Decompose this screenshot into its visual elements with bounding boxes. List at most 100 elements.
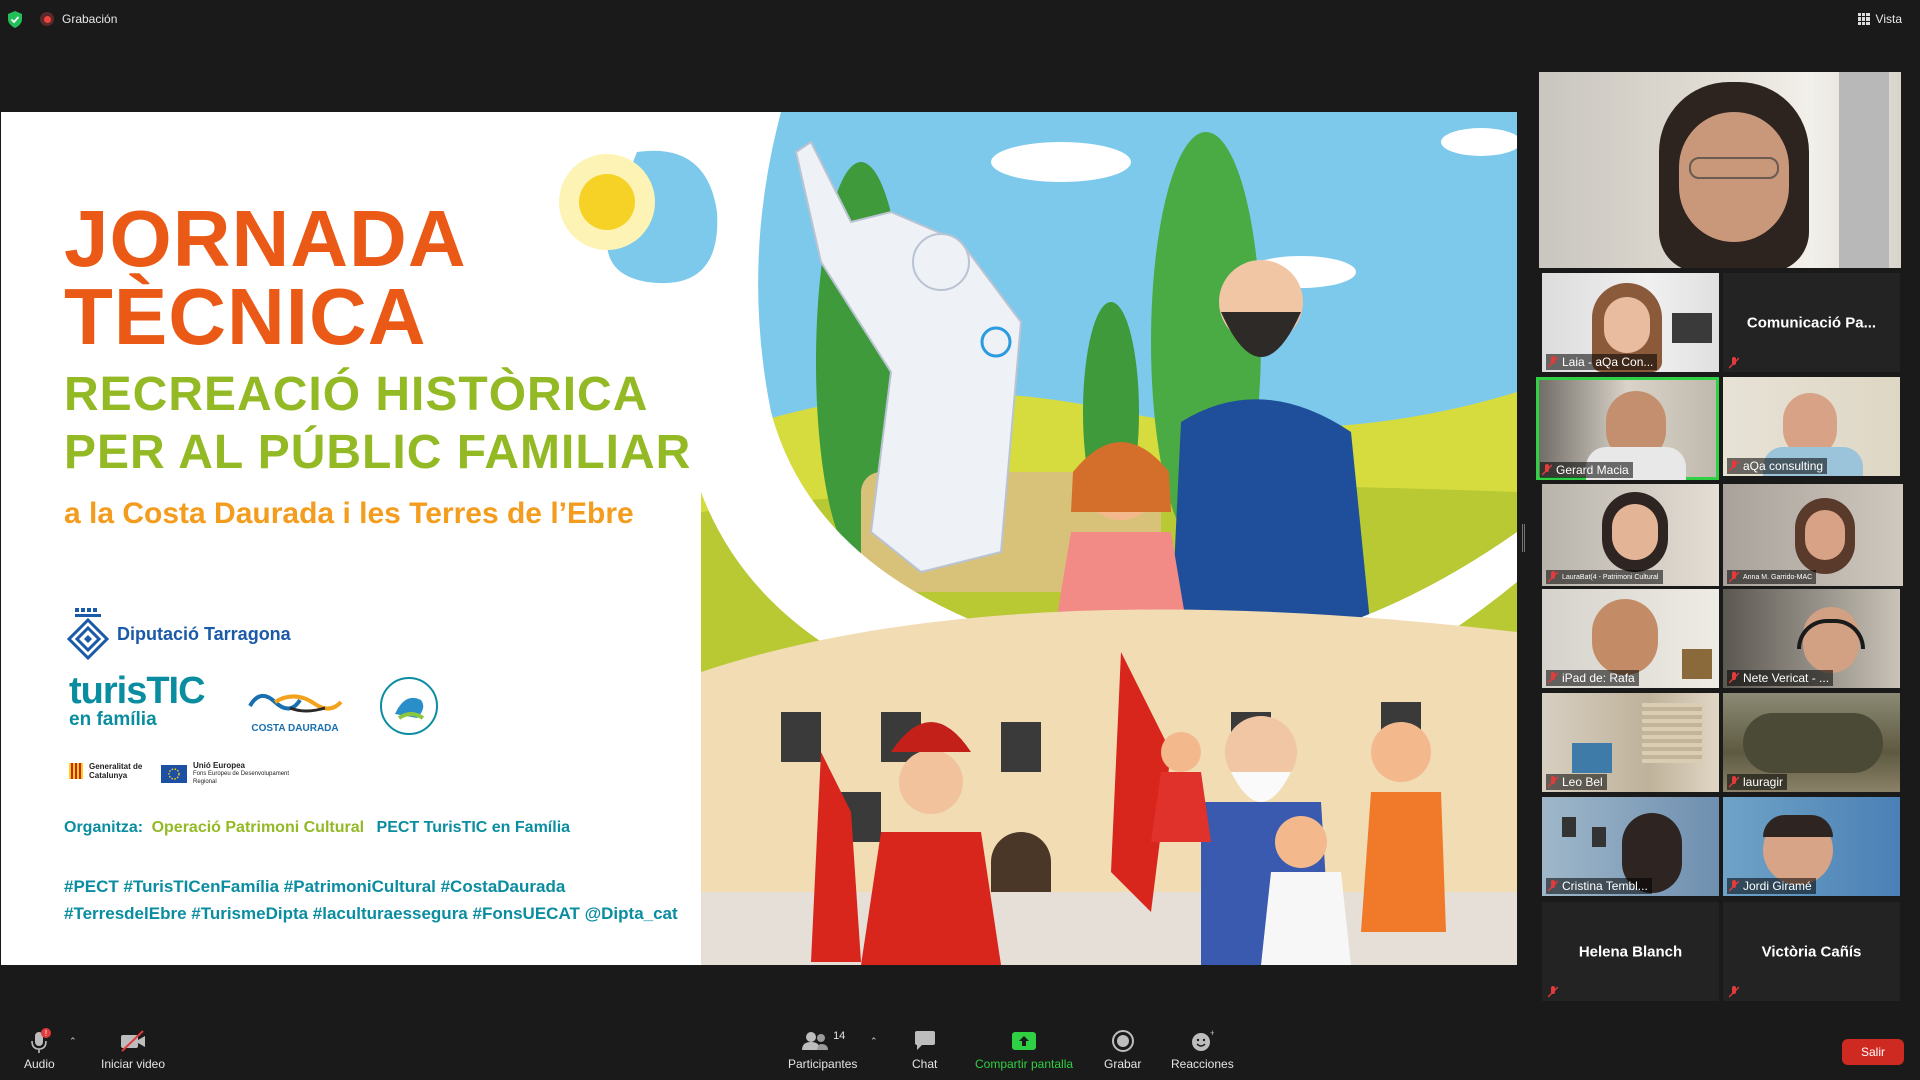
chat-icon — [913, 1028, 937, 1054]
start-video-label: Iniciar video — [101, 1057, 166, 1071]
subtitle-line-1: RECREACIÓ HISTÒRICA — [64, 368, 649, 421]
ue-line-2: Fons Europeu de Desenvolupament Regional — [193, 771, 290, 785]
record-button[interactable]: Grabar — [1104, 1028, 1141, 1071]
turistic-logo: turisTIC en família — [69, 670, 206, 730]
audio-options-caret[interactable]: ⌃ — [69, 1036, 77, 1047]
mic-muted-icon — [1729, 776, 1739, 788]
audio-label: Audio — [24, 1057, 55, 1071]
panel-splitter-handle[interactable] — [1522, 524, 1525, 552]
participant-name-rafa: iPad de: Rafa — [1546, 670, 1639, 686]
record-label: Grabar — [1104, 1057, 1142, 1071]
generalitat-logo: Generalitat de Catalunya — [69, 762, 157, 780]
video-tile-cristina[interactable]: Cristina Tembl... — [1542, 797, 1719, 896]
hashtags-line-2: #TerresdelEbre #TurismeDipta #laculturae… — [64, 904, 678, 923]
start-video-button[interactable]: Iniciar video — [101, 1028, 165, 1071]
mic-muted-icon — [1729, 672, 1739, 684]
video-tile-aqa-consulting[interactable]: aQa consulting — [1723, 377, 1900, 476]
participants-options-caret[interactable]: ⌃ — [870, 1036, 878, 1047]
organitza-label: Organitza: — [64, 819, 144, 836]
participants-button[interactable]: 14 Participantes — [788, 1028, 857, 1071]
organizers-line: Organitza: Operació Patrimoni Cultural P… — [64, 819, 570, 837]
hashtags-block: #PECT #TurisTICenFamília #PatrimoniCultu… — [64, 873, 744, 927]
participant-muted-comunicacio — [1727, 356, 1743, 370]
mic-muted-icon — [1729, 571, 1739, 583]
record-icon — [1111, 1028, 1134, 1054]
illustration-art — [701, 112, 1517, 965]
diputacio-emblem-icon — [67, 608, 109, 660]
mic-muted-icon — [1542, 464, 1552, 476]
organizer-2: PECT TurisTIC en Família — [376, 819, 571, 836]
subtitle-line-2: PER AL PÚBLIC FAMILIAR — [64, 426, 692, 479]
video-tile-laura[interactable]: LauraBat(4 - Patrimoni Cultural — [1542, 484, 1719, 586]
recording-label: Grabación — [62, 12, 118, 26]
participant-name-gerard: Gerard Macia — [1540, 462, 1633, 478]
costa-daurada-name: COSTA DAURADA — [251, 723, 339, 734]
turistic-logo-line-1: turisTIC — [69, 670, 206, 712]
shield-icon[interactable] — [7, 11, 23, 28]
participants-count: 14 — [833, 1030, 846, 1042]
video-tile-victoria[interactable]: Victòria Cañís — [1723, 902, 1900, 1001]
eu-flag-icon — [161, 765, 187, 783]
microphone-icon: ! — [27, 1028, 52, 1054]
diputacio-name: Diputació Tarragona — [117, 623, 291, 644]
costa-daurada-logo: COSTA DAURADA — [245, 688, 345, 734]
participant-name-jordi: Jordi Giramé — [1727, 878, 1816, 894]
reactions-button[interactable]: + Reacciones — [1171, 1028, 1234, 1071]
mic-muted-icon — [1548, 571, 1558, 583]
mic-muted-icon — [1729, 880, 1739, 892]
participant-name-victoria: Victòria Cañís — [1761, 943, 1862, 960]
chat-label: Chat — [912, 1057, 938, 1071]
participant-name-laura: LauraBat(4 - Patrimoni Cultural — [1546, 570, 1663, 584]
video-tile-leo[interactable]: Leo Bel — [1542, 693, 1719, 792]
mic-muted-icon — [1729, 460, 1739, 472]
mic-muted-icon — [1548, 356, 1558, 368]
mic-muted-icon — [1548, 672, 1558, 684]
grid-view-icon — [1857, 13, 1870, 25]
video-tile-nete[interactable]: Nete Vericat - ... — [1723, 589, 1900, 688]
video-tile-active-speaker[interactable] — [1539, 72, 1901, 268]
sun-decoration — [559, 150, 718, 284]
slide-title: JORNADA TÈCNICA — [64, 194, 467, 357]
video-tile-comunicacio[interactable]: Comunicació Pa... — [1723, 273, 1900, 372]
video-tile-helena[interactable]: Helena Blanch — [1542, 902, 1719, 1001]
title-line-1: JORNADA — [64, 194, 467, 283]
share-screen-icon — [1011, 1028, 1037, 1054]
participants-label: Participantes — [788, 1057, 858, 1071]
audio-button[interactable]: ! Audio — [24, 1028, 55, 1071]
participant-name-laia: Laia - aQa Con... — [1546, 354, 1658, 370]
mic-muted-icon — [1548, 986, 1558, 998]
video-tile-lauragir[interactable]: lauragir — [1723, 693, 1900, 792]
shared-screen-slide: JORNADA TÈCNICA RECREACIÓ HISTÒRICA PER … — [1, 112, 1517, 965]
video-tile-jordi[interactable]: Jordi Giramé — [1723, 797, 1900, 896]
record-dot-icon — [40, 12, 54, 26]
svg-text:+: + — [1210, 1029, 1214, 1038]
slide-subtitle: RECREACIÓ HISTÒRICA PER AL PÚBLIC FAMILI… — [64, 366, 691, 482]
share-screen-label: Compartir pantalla — [975, 1057, 1074, 1071]
recording-indicator[interactable]: Grabación — [40, 12, 117, 26]
hashtags-line-1: #PECT #TurisTICenFamília #PatrimoniCultu… — [64, 877, 566, 896]
video-tile-laia[interactable]: Laia - aQa Con... — [1542, 273, 1719, 372]
mic-muted-icon — [1548, 880, 1558, 892]
participant-name-cristina: Cristina Tembl... — [1546, 878, 1652, 894]
participant-name-anna: Anna M. Garrido-MAC — [1727, 570, 1817, 584]
share-screen-button[interactable]: Compartir pantalla — [975, 1028, 1073, 1071]
participant-muted-victoria — [1727, 985, 1743, 999]
view-button[interactable]: Vista — [1857, 12, 1902, 26]
svg-text:!: ! — [45, 1029, 47, 1038]
mic-muted-icon — [1729, 986, 1739, 998]
participant-name-helena: Helena Blanch — [1578, 943, 1683, 960]
costa-daurada-wave-icon — [248, 694, 343, 713]
ue-line-1: Unió Europea — [193, 761, 246, 770]
organizer-1: Operació Patrimoni Cultural — [151, 819, 365, 836]
reactions-label: Reacciones — [1171, 1057, 1234, 1071]
participant-name-aqa-consulting: aQa consulting — [1727, 458, 1828, 474]
chat-button[interactable]: Chat — [912, 1028, 937, 1071]
mic-muted-icon — [1729, 357, 1739, 369]
ue-logo: Unió Europea Fons Europeu de Desenvolupa… — [161, 762, 313, 786]
video-tile-anna[interactable]: Anna M. Garrido-MAC — [1723, 484, 1903, 586]
video-tile-rafa[interactable]: iPad de: Rafa — [1542, 589, 1719, 688]
video-tile-gerard[interactable]: Gerard Macia — [1536, 377, 1719, 480]
leave-meeting-button[interactable]: Salir — [1842, 1039, 1904, 1065]
slide-tagline: a la Costa Daurada i les Terres de l’Ebr… — [64, 497, 634, 530]
mic-muted-icon — [1548, 776, 1558, 788]
